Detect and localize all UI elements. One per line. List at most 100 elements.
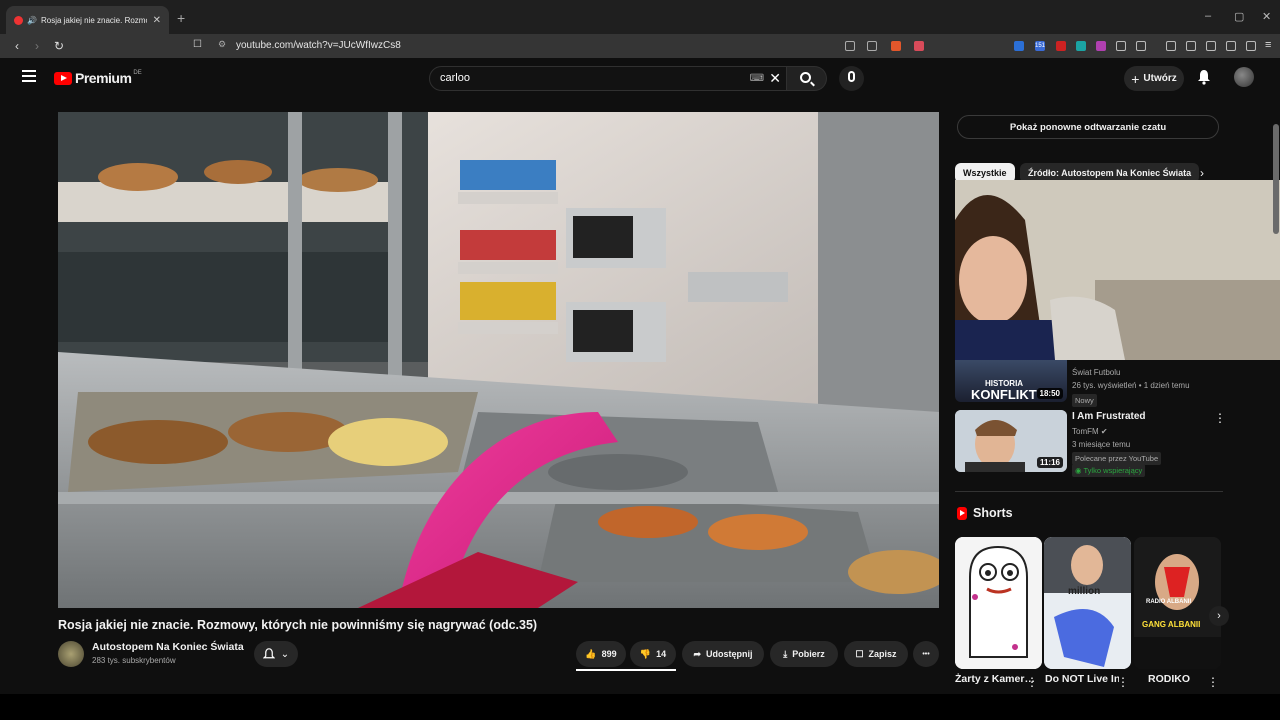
minimize-button[interactable]: –	[1205, 10, 1211, 22]
thumbs-up-icon: 👍	[585, 648, 597, 659]
thumbs-down-icon: 👎	[639, 648, 652, 659]
short-more-icon-3[interactable]: ⋮	[1207, 676, 1219, 688]
extension-purple-icon[interactable]	[1096, 41, 1106, 51]
chevron-down-icon: ⌄	[280, 648, 290, 660]
short-card-3[interactable]: RADIO ALBANII GANG ALBANII	[1134, 537, 1221, 669]
extension-teal-icon[interactable]	[1076, 41, 1086, 51]
clear-search-icon[interactable]: ✕	[769, 70, 781, 87]
short-overlay-2: million	[1068, 586, 1101, 597]
rec-thumbnail-1[interactable]: HISTORIA KONFLIKT 18:50	[955, 360, 1067, 402]
extension-badge-icon[interactable]: 151	[1035, 41, 1045, 51]
puzzle-icon[interactable]	[1116, 41, 1126, 51]
rec-title-2[interactable]: I Am Frustrated	[1072, 411, 1146, 422]
short-title-3[interactable]: RODIKO	[1148, 673, 1204, 689]
voice-search-button[interactable]	[839, 66, 864, 91]
short-title-2[interactable]: Do NOT Live In The Blue	[1045, 673, 1119, 689]
rec-member-label-2: Tylko wspierający	[1083, 466, 1143, 475]
video-title: Rosja jakiej nie znacie. Rozmowy, któryc…	[58, 618, 538, 632]
maximize-button[interactable]: ▢	[1234, 10, 1244, 23]
speaker-icon[interactable]: 🔊	[27, 16, 37, 25]
channel-avatar[interactable]	[58, 641, 84, 667]
vpn-icon[interactable]	[1246, 41, 1256, 51]
create-button[interactable]: + Utwórz	[1124, 66, 1184, 91]
brave-rewards-icon[interactable]	[914, 41, 924, 51]
rec-badge-new-1: Nowy	[1072, 394, 1097, 407]
logo-text: Premium	[75, 70, 132, 86]
address-bar: ‹ › ↻ ☐ ⚙ youtube.com/watch?v=JUcWfIwzCs…	[0, 34, 1280, 58]
forward-icon[interactable]: ›	[35, 39, 39, 53]
wallet2-icon[interactable]	[1206, 41, 1216, 51]
wallet-icon[interactable]	[1136, 41, 1146, 51]
share-button[interactable]: ➦ Udostępnij	[682, 641, 764, 667]
short-more-icon-2[interactable]: ⋮	[1117, 676, 1129, 688]
rec-more-icon-2[interactable]: ⋮	[1214, 412, 1226, 424]
webcam-frame	[955, 180, 1280, 360]
short-card-2[interactable]: million	[1044, 537, 1131, 669]
pip-icon[interactable]	[845, 41, 855, 51]
video-player[interactable]	[58, 112, 939, 608]
short-card-1[interactable]	[955, 537, 1042, 669]
brave-shield-icon[interactable]	[891, 41, 901, 51]
notifications-bell-icon[interactable]	[1197, 69, 1211, 85]
shorts-next-icon[interactable]: ›	[1209, 606, 1229, 626]
save-button[interactable]: ☐ Zapisz	[844, 641, 908, 667]
music-icon[interactable]	[1166, 41, 1176, 51]
short-thumb-2	[1044, 537, 1131, 669]
share-icon: ➦	[693, 648, 702, 659]
reload-icon[interactable]: ↻	[54, 39, 64, 53]
subscription-notifications-button[interactable]: ⌄	[254, 641, 298, 667]
plus-icon: +	[1131, 70, 1140, 87]
short-overlay-3: GANG ALBANII	[1142, 620, 1201, 629]
channel-name[interactable]: Autostopem Na Koniec Świata	[92, 641, 244, 653]
bottom-bar	[0, 694, 1280, 720]
hamburger-menu-icon[interactable]	[22, 70, 36, 85]
browser-tab-bar: 🔊 Rosja jakiej nie znacie. Rozmo ✕ + – ▢…	[0, 0, 1280, 34]
back-icon[interactable]: ‹	[15, 39, 19, 53]
download-button[interactable]: ⤓ Pobierz	[770, 641, 838, 667]
save-label: Zapisz	[868, 649, 897, 659]
menu-icon[interactable]: ≡	[1265, 39, 1271, 51]
search-box[interactable]: carloo ⌨ ✕	[429, 66, 787, 91]
account-avatar[interactable]	[1234, 67, 1254, 87]
leo-icon[interactable]	[1226, 41, 1236, 51]
rec-duration-1: 18:50	[1036, 388, 1063, 399]
share-page-icon[interactable]	[867, 41, 877, 51]
shorts-logo-icon	[957, 506, 967, 520]
keyboard-icon[interactable]: ⌨	[750, 73, 764, 84]
bookmark-save-icon: ☐	[855, 648, 864, 659]
dislike-button[interactable]: 👎 14	[630, 641, 676, 667]
logo-region: DE	[133, 70, 142, 76]
bell-icon	[262, 647, 275, 658]
tab-close-icon[interactable]: ✕	[153, 15, 161, 26]
youtube-page: Premium DE carloo ⌨ ✕ + Utwórz Rosja jak…	[0, 58, 1280, 694]
browser-tab[interactable]: 🔊 Rosja jakiej nie znacie. Rozmo ✕	[6, 6, 169, 34]
chips-next-icon[interactable]: ›	[1200, 166, 1204, 180]
show-chat-replay-button[interactable]: Pokaż ponowne odtwarzanie czatu	[957, 115, 1219, 139]
shorts-heading: Shorts	[957, 506, 1013, 520]
youtube-logo[interactable]: Premium DE	[54, 70, 142, 86]
download-icon: ⤓	[783, 648, 788, 659]
site-info-icon[interactable]: ⚙	[218, 39, 226, 50]
bookmark-icon[interactable]: ☐	[193, 39, 202, 50]
url-field[interactable]: youtube.com/watch?v=JUcWfIwzCs8	[236, 40, 401, 51]
search-button[interactable]	[787, 66, 827, 91]
more-actions-button[interactable]: •••	[913, 641, 939, 667]
scrollbar-thumb[interactable]	[1273, 124, 1279, 234]
youtube-favicon-icon	[14, 15, 23, 25]
youtube-play-icon	[54, 71, 72, 85]
new-tab-button[interactable]: +	[177, 10, 185, 26]
short-title-1[interactable]: Żarty z Kamer…	[955, 673, 1035, 689]
sidebar-icon[interactable]	[1186, 41, 1196, 51]
sidebar-divider	[955, 491, 1223, 492]
extension-red-icon[interactable]	[1056, 41, 1066, 51]
rec-channel-1[interactable]: Świat Futbolu	[1072, 368, 1120, 377]
extension-icon[interactable]	[1014, 41, 1024, 51]
short-more-icon-1[interactable]: ⋮	[1026, 676, 1038, 688]
share-label: Udostępnij	[706, 649, 753, 659]
rec-thumbnail-2[interactable]: 11:16	[955, 410, 1067, 472]
close-window-button[interactable]: ✕	[1262, 10, 1271, 23]
rec-channel-2[interactable]: TomFM ✔	[1072, 427, 1108, 436]
rec-meta-1: 26 tys. wyświetleń • 1 dzień temu	[1072, 381, 1190, 390]
like-button[interactable]: 👍 899	[576, 641, 626, 667]
search-input[interactable]: carloo	[440, 72, 470, 84]
